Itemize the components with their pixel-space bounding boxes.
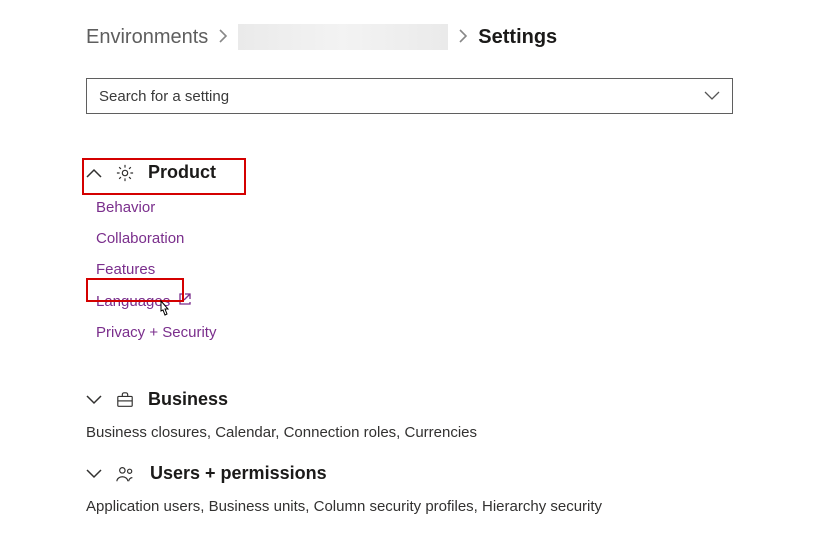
breadcrumb: Environments Settings (86, 24, 733, 50)
section-business: Business Business closures, Calendar, Co… (86, 389, 733, 441)
section-users-header[interactable]: Users + permissions (86, 463, 733, 484)
breadcrumb-environments[interactable]: Environments (86, 26, 208, 49)
chevron-down-icon (704, 91, 720, 101)
chevron-down-icon (86, 469, 102, 479)
section-business-header[interactable]: Business (86, 389, 733, 410)
section-users-title: Users + permissions (150, 463, 327, 484)
product-links: Behavior Collaboration Features Language… (86, 183, 733, 367)
link-languages-label: Languages (96, 293, 170, 310)
link-behavior-label: Behavior (96, 199, 155, 216)
search-placeholder: Search for a setting (99, 88, 229, 105)
link-collaboration-label: Collaboration (96, 230, 184, 247)
breadcrumb-env-placeholder[interactable] (238, 24, 448, 50)
section-business-title: Business (148, 389, 228, 410)
section-product-title: Product (148, 162, 216, 183)
people-icon (116, 465, 136, 483)
chevron-up-icon (86, 168, 102, 178)
link-privacy-security[interactable]: Privacy + Security (96, 324, 216, 341)
chevron-right-icon (218, 27, 228, 48)
section-business-desc: Business closures, Calendar, Connection … (86, 424, 733, 441)
section-users: Users + permissions Application users, B… (86, 463, 733, 515)
link-features[interactable]: Features (96, 261, 155, 278)
link-features-label: Features (96, 261, 155, 278)
link-privacy-label: Privacy + Security (96, 324, 216, 341)
section-users-desc: Application users, Business units, Colum… (86, 498, 733, 515)
chevron-right-icon (458, 27, 468, 48)
briefcase-icon (116, 391, 134, 409)
search-input[interactable]: Search for a setting (86, 78, 733, 114)
link-collaboration[interactable]: Collaboration (96, 230, 184, 247)
link-languages[interactable]: Languages (96, 292, 192, 310)
breadcrumb-current: Settings (478, 26, 557, 49)
external-link-icon (178, 292, 192, 310)
section-product-header[interactable]: Product (86, 162, 733, 183)
gear-icon (116, 164, 134, 182)
link-behavior[interactable]: Behavior (96, 199, 155, 216)
chevron-down-icon (86, 395, 102, 405)
section-product: Product Behavior Collaboration Features … (86, 162, 733, 367)
